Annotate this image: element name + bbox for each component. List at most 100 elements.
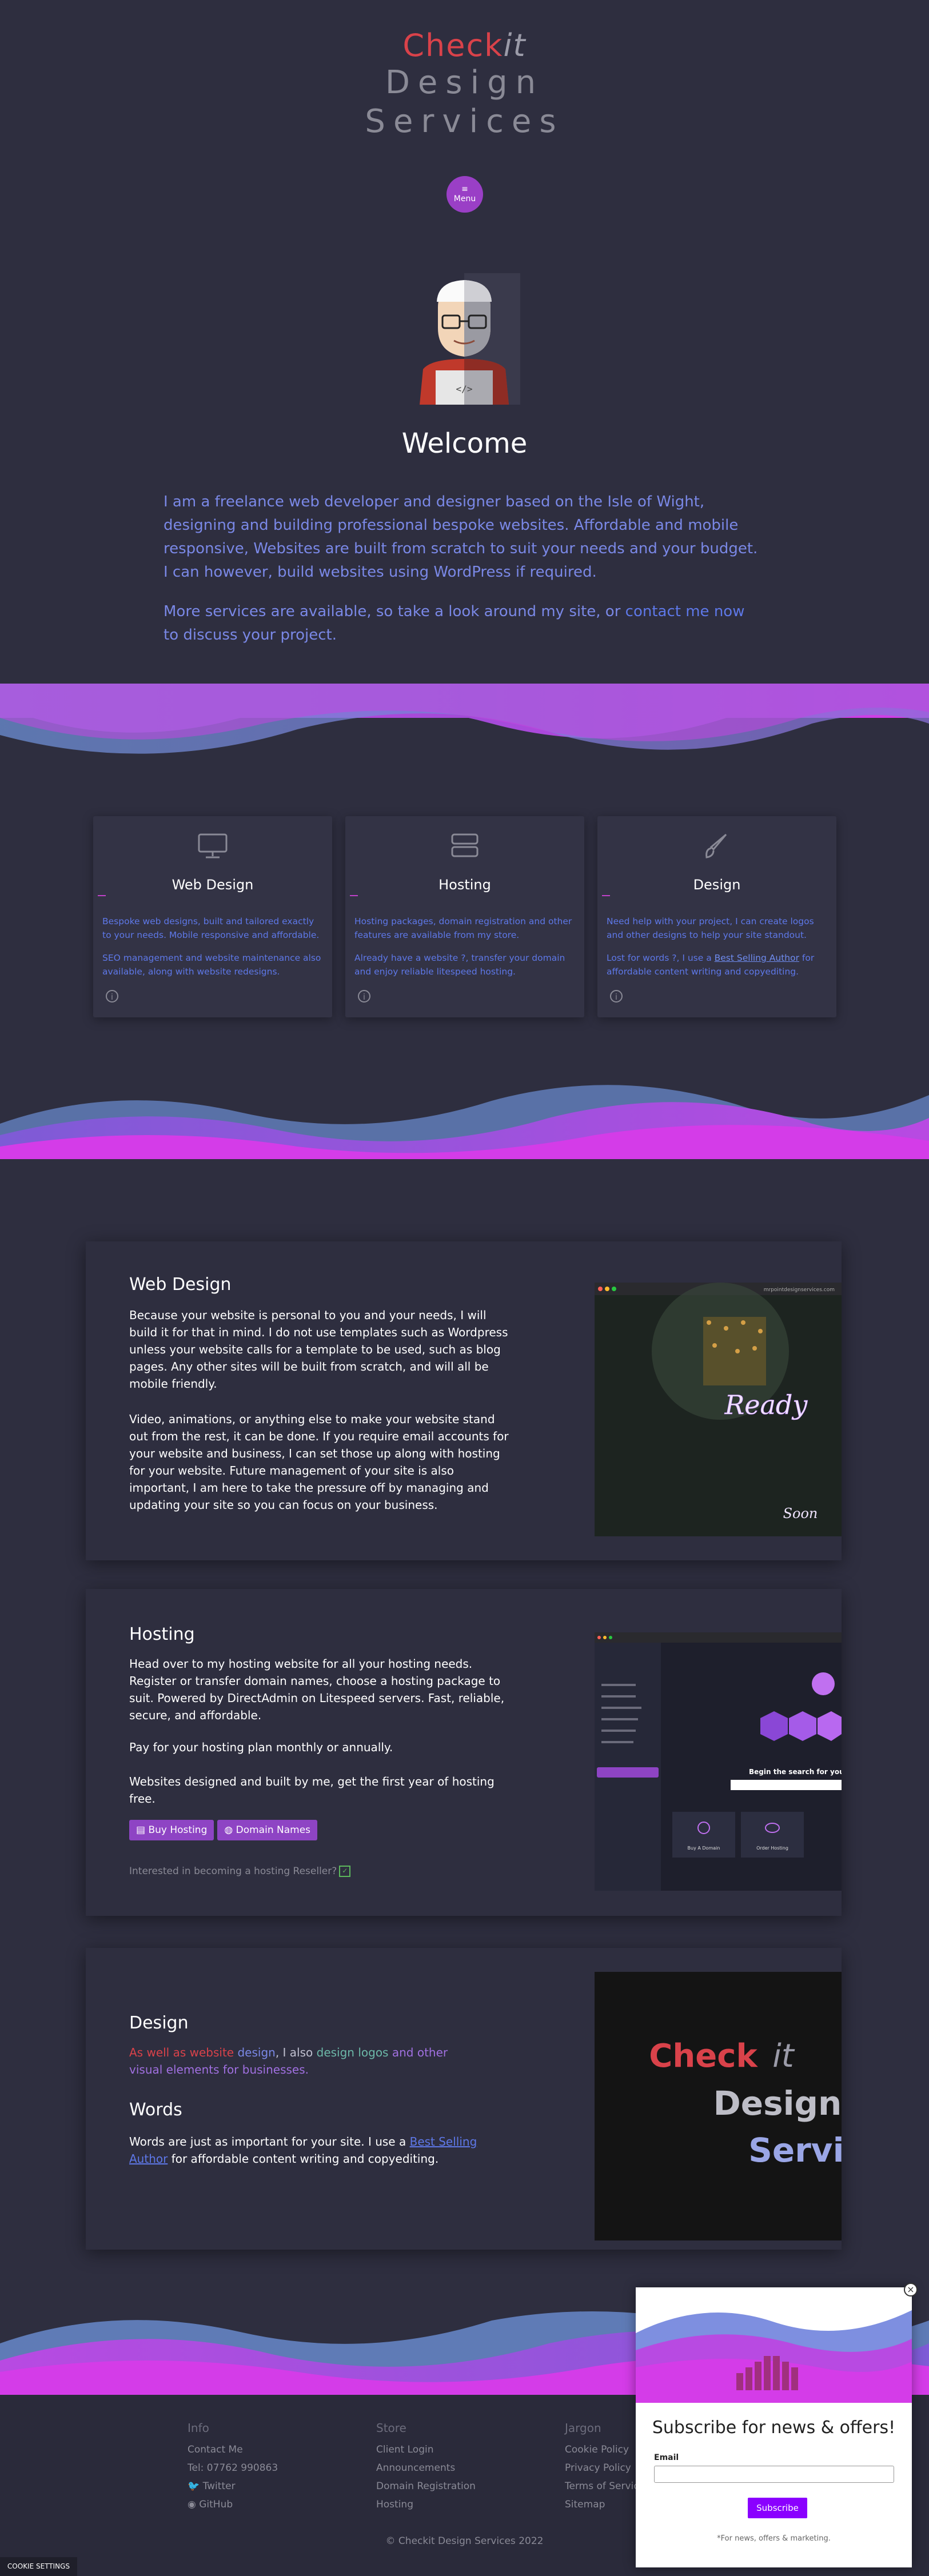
hosting-panel: Hosting Head over to my hosting website …	[86, 1589, 842, 1916]
service-text: Lost for words ?, I use a Best Selling A…	[607, 951, 830, 979]
screenshot-card-domain: Buy A Domain	[688, 1846, 720, 1851]
domain-names-button[interactable]: ◍ Domain Names	[217, 1820, 318, 1840]
server-icon	[345, 832, 584, 862]
design-text-part: As well as website	[129, 2046, 238, 2059]
service-card-web-design[interactable]: Web Design Bespoke web designs, built an…	[93, 816, 332, 1017]
github-icon: ◉	[188, 2499, 200, 2510]
web-design-screenshot: mrpointdesignservices.com Ready Soon	[595, 1283, 842, 1536]
design-panel: Design As well as website design, I also…	[86, 1948, 842, 2250]
logo-it-text: it	[503, 27, 527, 63]
cookie-settings-button[interactable]: COOKIE SETTINGS	[0, 2557, 77, 2576]
service-text: Hosting packages, domain registration an…	[354, 916, 572, 940]
screenshot-soon-text: Soon	[783, 1505, 818, 1521]
contact-me-link[interactable]: contact me now	[625, 603, 745, 620]
logo-checkit[interactable]: Checkit	[0, 27, 929, 63]
popup-title: Subscribe for news & offers!	[652, 2418, 896, 2438]
service-title: Hosting	[438, 877, 491, 893]
hosting-link[interactable]: Hosting	[376, 2495, 476, 2514]
words-title: Words	[129, 2100, 182, 2120]
hosting-buttons: ▤ Buy Hosting ◍ Domain Names	[129, 1820, 321, 1840]
subscribe-popup: × Subscribe for news & offers! Email Sub…	[636, 2283, 918, 2567]
svg-text:</>: </>	[456, 384, 473, 394]
sitemap-link[interactable]: Sitemap	[565, 2495, 645, 2514]
hosting-text: Head over to my hosting website for all …	[129, 1657, 505, 1722]
service-text: Need help with your project, I can creat…	[607, 916, 814, 940]
reseller-text: Interested in becoming a hosting Reselle…	[129, 1866, 337, 1877]
service-text: SEO management and website maintenance a…	[102, 953, 321, 977]
welcome-title: Welcome	[401, 428, 528, 460]
terms-link[interactable]: Terms of Service	[565, 2477, 645, 2495]
subscribe-button[interactable]: Subscribe	[748, 2498, 807, 2518]
divider	[350, 895, 358, 896]
client-login-link[interactable]: Client Login	[376, 2441, 476, 2459]
footer-jargon-column: Jargon Cookie Policy Privacy Policy Term…	[565, 2419, 645, 2514]
phone-link[interactable]: Tel: 07762 990863	[188, 2459, 278, 2477]
hosting-screenshot: Begin the search for your p Buy A Domain…	[595, 1632, 842, 1891]
divider	[602, 895, 610, 896]
top-wave	[0, 684, 929, 754]
cookie-policy-link[interactable]: Cookie Policy	[565, 2441, 645, 2459]
contact-me-link[interactable]: Contact Me	[188, 2441, 278, 2459]
section-title: Web Design	[129, 1275, 232, 1295]
brush-icon	[597, 832, 836, 862]
middle-wave	[0, 1085, 929, 1159]
github-link[interactable]: ◉ GitHub	[188, 2495, 278, 2514]
monitor-icon	[93, 832, 332, 862]
web-design-panel: Web Design Because your website is perso…	[86, 1241, 842, 1560]
reseller-link[interactable]: Interested in becoming a hosting Reselle…	[129, 1866, 351, 1877]
intro-paragraph: I am a freelance web developer and desig…	[164, 493, 758, 581]
hosting-text-3: Websites designed and built by me, get t…	[129, 1775, 495, 1806]
web-design-text: Because your website is personal to you …	[129, 1308, 508, 1391]
server-icon: ▤	[136, 1824, 149, 1836]
screenshot-search-title: Begin the search for your p	[749, 1768, 842, 1776]
privacy-policy-link[interactable]: Privacy Policy	[565, 2459, 645, 2477]
words-text-part: for affordable content writing and copye…	[168, 2152, 439, 2166]
service-text-part: Lost for words ?, I use a	[607, 953, 715, 963]
screenshot-ready-text: Ready	[724, 1389, 808, 1420]
service-text: Already have a website ?, transfer your …	[354, 953, 565, 977]
web-design-text-2: Video, animations, or anything else to m…	[129, 1412, 509, 1512]
footer-store-column: Store Client Login Announcements Domain …	[376, 2419, 476, 2514]
design-text-part: design logos	[316, 2046, 389, 2059]
logo-check-text: Check	[402, 27, 504, 63]
words-text: Words are just as important for your sit…	[129, 2133, 516, 2167]
divider	[98, 895, 106, 896]
domain-registration-link[interactable]: Domain Registration	[376, 2477, 476, 2495]
design-logo-services: Servic	[748, 2131, 842, 2170]
design-text-part: design	[237, 2046, 276, 2059]
menu-button[interactable]: ≡ Menu	[446, 176, 483, 213]
screenshot-url: mrpointdesignservices.com	[764, 1287, 835, 1293]
github-label: GitHub	[199, 2499, 233, 2510]
design-text: As well as website design, I also design…	[129, 2044, 472, 2078]
twitter-link[interactable]: 🐦 Twitter	[188, 2477, 278, 2495]
intro-text: More services are available, so take a l…	[164, 603, 625, 620]
service-card-design[interactable]: Design Need help with your project, I ca…	[597, 816, 836, 1017]
info-icon[interactable]: i	[106, 990, 118, 1003]
popup-note: *For news, offers & marketing.	[717, 2534, 831, 2543]
announcements-link[interactable]: Announcements	[376, 2459, 476, 2477]
info-icon[interactable]: i	[610, 990, 623, 1003]
service-card-hosting[interactable]: Hosting Hosting packages, domain registr…	[345, 816, 584, 1017]
popup-header-image	[636, 2287, 912, 2403]
hamburger-icon: ≡	[461, 185, 468, 194]
buy-hosting-button[interactable]: ▤ Buy Hosting	[129, 1820, 214, 1840]
footer-info-column: Info Contact Me Tel: 07762 990863 🐦 Twit…	[188, 2419, 278, 2514]
footer-heading: Info	[188, 2421, 209, 2435]
info-icon[interactable]: i	[358, 990, 370, 1003]
design-logo-design: Design	[713, 2084, 842, 2123]
footer-heading: Store	[376, 2421, 406, 2435]
design-logo-image: Check it Design Servic	[595, 1972, 842, 2240]
twitter-label: Twitter	[202, 2481, 236, 2492]
email-field[interactable]	[654, 2466, 894, 2483]
buy-hosting-label: Buy Hosting	[148, 1824, 208, 1836]
service-title: Design	[693, 877, 741, 893]
email-label: Email	[654, 2453, 679, 2462]
checkbox-icon: ✓	[339, 1866, 351, 1877]
intro-text-end: to discuss your project.	[164, 626, 337, 644]
popup-close-button[interactable]: ×	[904, 2283, 918, 2297]
intro-paragraph-2: More services are available, so take a l…	[164, 600, 764, 647]
section-title: Hosting	[129, 1624, 195, 1644]
design-logo-check: Check	[649, 2038, 758, 2075]
avatar: </>	[408, 273, 520, 405]
best-selling-author-link[interactable]: Best Selling Author	[715, 953, 799, 963]
